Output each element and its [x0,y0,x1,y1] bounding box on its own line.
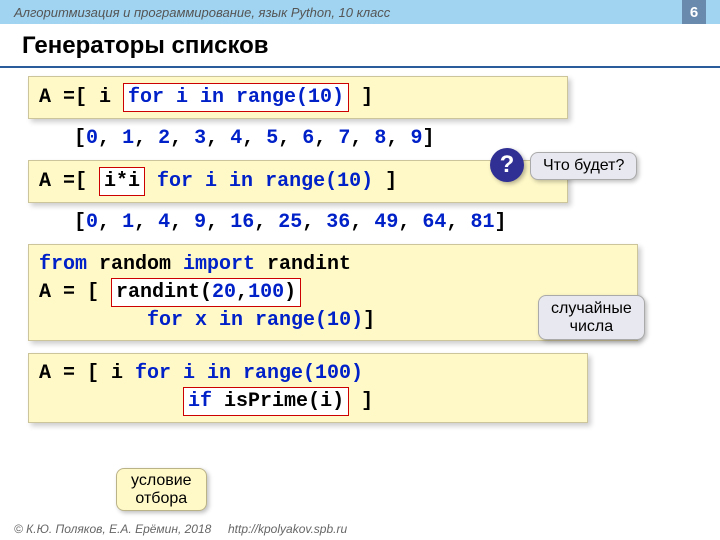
code-text: isPrime(i) [212,390,344,413]
question-icon: ? [490,148,524,182]
code-text: ] [363,309,375,332]
callout-text: случайные [551,300,632,317]
code-number: 100 [248,281,284,304]
callout-text: Что будет? [543,157,624,174]
content-area: A =[ i for i in range(10) ] [0, 1, 2, 3,… [0,68,720,423]
callout-question: Что будет? [530,152,637,180]
highlight-for-range: for i in range(10) [123,83,349,112]
callout-filter: условие отбора [116,468,207,511]
question-mark: ? [500,151,515,179]
header-bar: Алгоритмизация и программирование, язык … [0,0,720,24]
footer-url: http://kpolyakov.spb.ru [228,522,347,536]
code-block-1: A =[ i for i in range(10) ] [28,76,568,119]
code-block-2: A =[ i*i for i in range(10) ] [28,160,568,203]
highlight-randint: randint(20,100) [111,278,301,307]
code-text: ] [349,390,373,413]
code-text: randint( [116,281,212,304]
code-text: ] [373,170,397,193]
code-block-4: A = [ i for i in range(100) if isPrime(i… [28,353,588,423]
code-text: A =[ i [39,86,123,109]
callout-text: отбора [135,490,187,507]
callout-random: случайные числа [538,295,645,340]
callout-text: условие [131,472,192,489]
code-text: randint [255,253,351,276]
code-text: A = [ i [39,362,135,385]
page-number: 6 [682,0,706,24]
code-keyword: import [183,253,255,276]
highlight-expression: i*i [99,167,145,196]
page-title: Генераторы списков [0,24,720,68]
output-1: [0, 1, 2, 3, 4, 5, 6, 7, 8, 9] [74,127,692,150]
code-indent [39,390,183,413]
code-keyword: from [39,253,87,276]
code-keyword: for i in range(100) [135,362,363,385]
copyright-text: © К.Ю. Поляков, Е.А. Ерёмин, 2018 [14,522,211,536]
code-text: A =[ [39,170,99,193]
highlight-filter: if isPrime(i) [183,387,349,416]
code-text: ] [349,86,373,109]
code-keyword: for i in range(10) [128,86,344,109]
footer: © К.Ю. Поляков, Е.А. Ерёмин, 2018 http:/… [0,518,720,540]
code-keyword: if [188,390,212,413]
code-number: 20 [212,281,236,304]
code-text [145,170,157,193]
code-indent [39,309,147,332]
code-text: ) [284,281,296,304]
output-2: [0, 1, 4, 9, 16, 25, 36, 49, 64, 81] [74,211,692,234]
code-text: random [87,253,183,276]
course-name: Алгоритмизация и программирование, язык … [14,5,390,20]
code-text: , [236,281,248,304]
code-keyword: for i in range(10) [157,170,373,193]
callout-text: числа [570,318,614,335]
code-text: A = [ [39,281,111,304]
code-keyword: for x in range(10) [147,309,363,332]
